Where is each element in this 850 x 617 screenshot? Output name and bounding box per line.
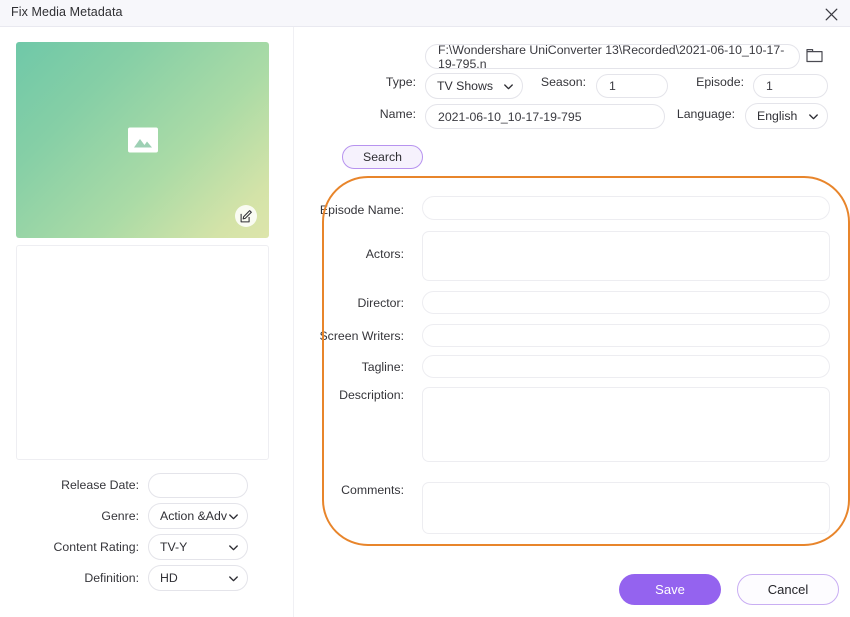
- language-select[interactable]: English: [745, 103, 828, 129]
- director-input[interactable]: [422, 291, 830, 314]
- type-row: Type:: [295, 75, 425, 89]
- content-rating-label: Content Rating:: [53, 540, 139, 554]
- chevron-down-icon: [809, 109, 818, 123]
- type-value: TV Shows: [437, 79, 494, 93]
- season-row: Season:: [523, 75, 595, 89]
- genre-label: Genre:: [101, 509, 139, 523]
- screen-writers-label: Screen Writers:: [319, 329, 404, 343]
- actors-textarea[interactable]: [422, 231, 830, 281]
- chevron-down-icon: [229, 571, 238, 585]
- chevron-down-icon: [504, 79, 513, 93]
- content-rating-value: TV-Y: [160, 540, 188, 554]
- definition-row: Definition: HD: [0, 565, 280, 591]
- episode-name-input[interactable]: [422, 196, 830, 220]
- cancel-button[interactable]: Cancel: [737, 574, 839, 605]
- season-label: Season:: [540, 75, 586, 89]
- language-label: Language:: [676, 107, 735, 121]
- metadata-preview-panel: [16, 245, 269, 460]
- page-title: Fix Media Metadata: [11, 5, 123, 19]
- left-panel: Release Date: Genre: Action &Adv Content…: [0, 27, 294, 617]
- language-value: English: [757, 109, 798, 123]
- screen-writers-input[interactable]: [422, 324, 830, 347]
- save-button[interactable]: Save: [619, 574, 721, 605]
- fix-media-metadata-dialog: Fix Media Metadata Release Date: Genre: …: [0, 0, 850, 617]
- season-input[interactable]: 1: [596, 74, 668, 98]
- folder-icon[interactable]: [806, 48, 823, 68]
- director-label: Director:: [357, 296, 404, 310]
- genre-row: Genre: Action &Adv: [0, 503, 280, 529]
- chevron-down-icon: [229, 540, 238, 554]
- release-date-label: Release Date:: [61, 478, 139, 492]
- type-select[interactable]: TV Shows: [425, 73, 523, 99]
- name-label: Name:: [379, 107, 416, 121]
- add-file-input[interactable]: F:\Wondershare UniConverter 13\Recorded\…: [425, 43, 800, 71]
- episode-input[interactable]: 1: [753, 74, 828, 98]
- image-placeholder-icon: [127, 127, 158, 153]
- description-label: Description:: [339, 388, 404, 402]
- titlebar: Fix Media Metadata: [0, 0, 850, 27]
- definition-select[interactable]: HD: [148, 565, 248, 591]
- tagline-label: Tagline:: [361, 360, 404, 374]
- search-button[interactable]: Search: [342, 145, 423, 169]
- release-date-row: Release Date:: [0, 472, 280, 498]
- episode-name-label: Episode Name:: [319, 203, 404, 217]
- release-date-input[interactable]: [148, 472, 248, 498]
- type-label: Type:: [385, 75, 416, 89]
- poster-thumbnail[interactable]: [16, 42, 269, 238]
- name-row: Name:: [295, 107, 425, 121]
- actors-label: Actors:: [365, 247, 404, 261]
- chevron-down-icon: [229, 509, 238, 523]
- episode-label: Episode:: [696, 75, 744, 89]
- content-rating-select[interactable]: TV-Y: [148, 534, 248, 560]
- language-row: Language:: [670, 107, 744, 121]
- comments-label: Comments:: [341, 483, 404, 497]
- comments-textarea[interactable]: [422, 482, 830, 534]
- definition-label: Definition:: [84, 571, 139, 585]
- description-textarea[interactable]: [422, 387, 830, 462]
- close-icon[interactable]: [820, 3, 842, 25]
- definition-value: HD: [160, 571, 178, 585]
- genre-value: Action &Adv: [160, 509, 227, 523]
- edit-pencil-icon[interactable]: [235, 205, 257, 227]
- content-rating-row: Content Rating: TV-Y: [0, 534, 280, 560]
- episode-row: Episode:: [673, 75, 753, 89]
- name-input[interactable]: 2021-06-10_10-17-19-795: [425, 104, 665, 129]
- genre-select[interactable]: Action &Adv: [148, 503, 248, 529]
- tagline-input[interactable]: [422, 355, 830, 378]
